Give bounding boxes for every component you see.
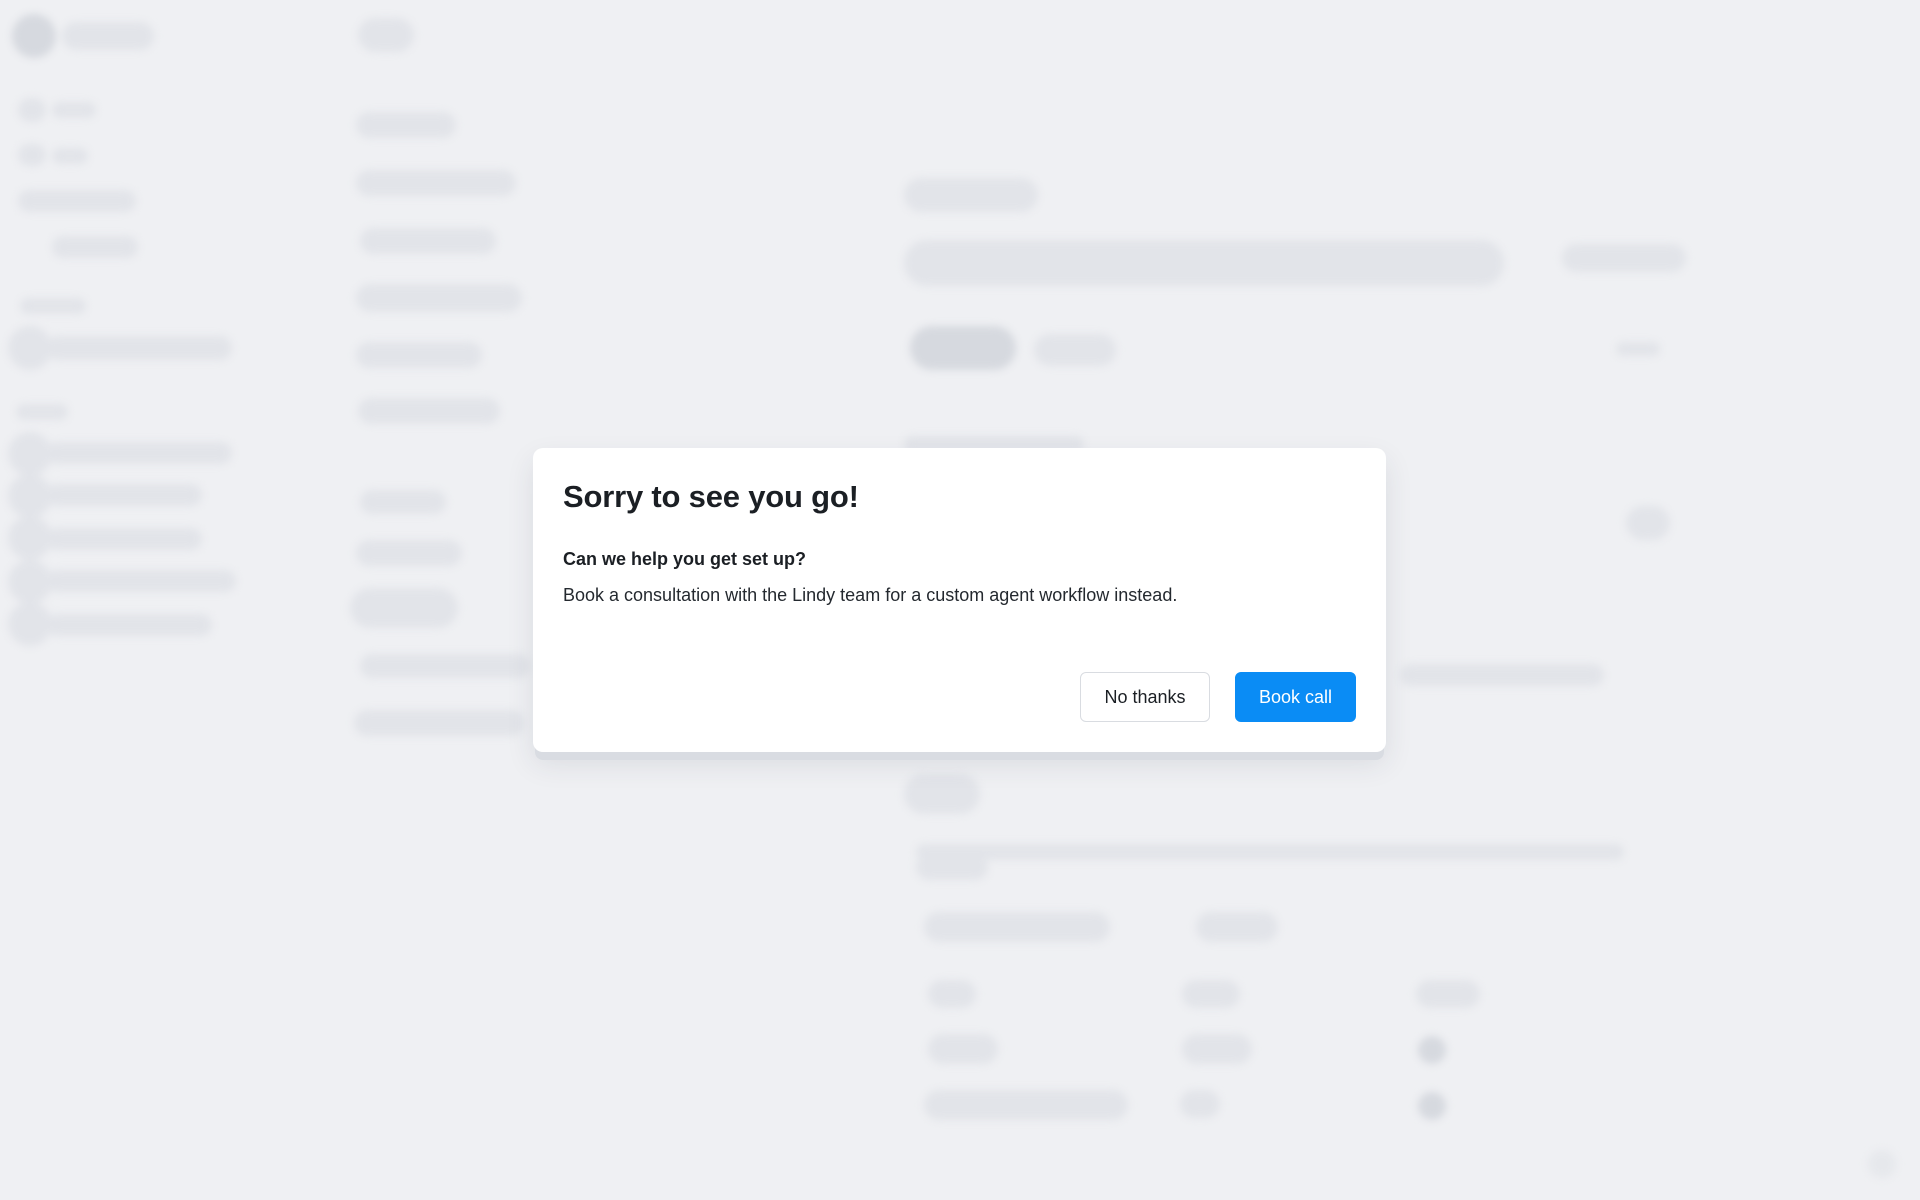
skeleton-line [360, 228, 496, 254]
skeleton-line [1616, 342, 1660, 356]
skeleton-line [904, 178, 1038, 212]
dialog-title: Sorry to see you go! [563, 479, 859, 514]
skeleton-line [20, 298, 86, 314]
skeleton-line [928, 1034, 998, 1064]
skeleton-line [356, 112, 456, 138]
skeleton-line [916, 844, 1624, 860]
skeleton-line [18, 190, 136, 212]
skeleton-line [360, 490, 446, 514]
dialog-body-text: Book a consultation with the Lindy team … [563, 585, 1178, 605]
skeleton-line [358, 18, 414, 52]
skeleton-line [356, 540, 462, 566]
skeleton-line [924, 1090, 1128, 1120]
skeleton-line [62, 22, 154, 50]
skeleton-line [904, 774, 980, 814]
skeleton-line [356, 284, 522, 312]
dialog-actions: No thanks Book call [1080, 672, 1356, 722]
skeleton-line [46, 570, 236, 592]
skeleton-dot [1868, 1150, 1896, 1178]
skeleton-line [1180, 1090, 1220, 1118]
skeleton-line [1182, 980, 1240, 1008]
skeleton-line [360, 654, 530, 678]
skeleton-line [18, 98, 46, 122]
skeleton-line [52, 148, 88, 164]
skeleton-line [18, 144, 46, 166]
skeleton-line [52, 102, 96, 118]
skeleton-dot [1418, 1092, 1446, 1120]
skeleton-line [46, 336, 232, 360]
skeleton-line [16, 404, 68, 420]
skeleton-line [924, 912, 1110, 942]
book-call-button[interactable]: Book call [1235, 672, 1356, 722]
skeleton-line [356, 170, 516, 196]
skeleton-line [46, 442, 232, 464]
cancel-dialog: Sorry to see you go! Can we help you get… [533, 448, 1386, 752]
skeleton-line [46, 484, 202, 506]
skeleton-line [1400, 664, 1604, 686]
skeleton-line [1034, 334, 1116, 366]
skeleton-line [46, 614, 212, 636]
skeleton-pill [910, 326, 1016, 370]
skeleton-line [356, 342, 482, 368]
skeleton-line [1416, 980, 1480, 1008]
skeleton-line [1196, 912, 1278, 942]
skeleton-line [52, 236, 138, 258]
skeleton-line [928, 980, 976, 1008]
skeleton-line [904, 240, 1504, 286]
avatar [12, 14, 56, 58]
skeleton-line [1626, 506, 1670, 540]
skeleton-dot [1418, 1036, 1446, 1064]
skeleton-line [1182, 1034, 1252, 1064]
skeleton-line [358, 398, 500, 424]
skeleton-line [1562, 244, 1686, 272]
no-thanks-button[interactable]: No thanks [1080, 672, 1210, 722]
skeleton-line [46, 528, 202, 550]
skeleton-line [350, 588, 458, 628]
dialog-subtitle: Can we help you get set up? [563, 549, 807, 569]
skeleton-line [916, 854, 988, 880]
skeleton-line [354, 710, 524, 736]
